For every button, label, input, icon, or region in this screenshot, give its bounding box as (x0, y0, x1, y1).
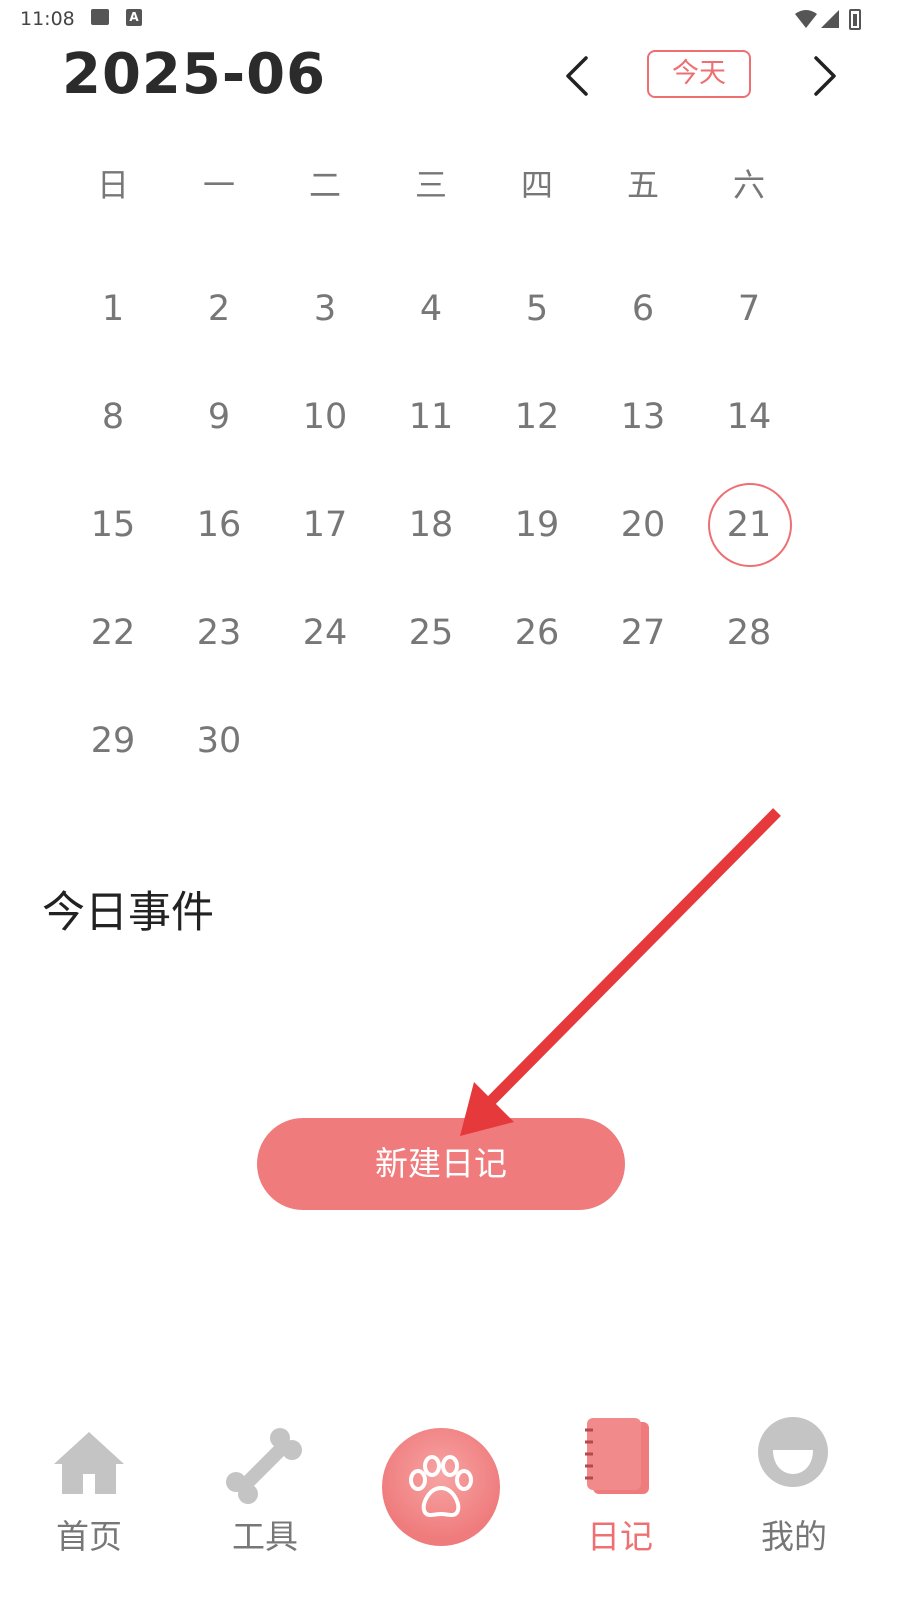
weekday-label: 二 (308, 166, 341, 204)
battery-icon (849, 9, 861, 30)
calendar-day[interactable]: 9 (166, 363, 272, 471)
weekday-label: 五 (626, 166, 659, 204)
calendar-day[interactable]: 24 (272, 579, 378, 687)
weekday-label: 三 (414, 166, 447, 204)
calendar-day[interactable]: 13 (590, 363, 696, 471)
previous-month-button[interactable] (556, 52, 600, 100)
center-paw-button[interactable] (382, 1428, 500, 1546)
today-events-title: 今日事件 (42, 888, 214, 938)
weekday-label: 六 (732, 166, 765, 204)
bone-icon (226, 1428, 302, 1504)
today-button[interactable]: 今天 (647, 50, 751, 98)
calendar-day[interactable]: 16 (166, 471, 272, 579)
weekday-label: 一 (202, 166, 235, 204)
calendar-day[interactable]: 26 (484, 579, 590, 687)
calendar-day-selected[interactable]: 21 (696, 471, 802, 579)
weekday-label: 日 (96, 166, 129, 204)
calendar-day[interactable]: 30 (166, 687, 272, 795)
app-notification-icon: A (126, 9, 142, 26)
calendar-grid: 1 2 3 4 5 6 7 8 9 10 11 12 13 14 15 16 17 18 19 20 21 22 23 24 2… (60, 255, 820, 795)
calendar-day[interactable]: 23 (166, 579, 272, 687)
calendar-day[interactable]: 15 (60, 471, 166, 579)
status-bar: 11:08 A (0, 0, 900, 36)
wifi-icon (795, 10, 817, 28)
weekday-label: 四 (520, 166, 553, 204)
gallery-notification-icon (91, 9, 109, 25)
calendar-day[interactable]: 28 (696, 579, 802, 687)
calendar-day[interactable]: 10 (272, 363, 378, 471)
calendar-day[interactable]: 12 (484, 363, 590, 471)
calendar-day[interactable]: 14 (696, 363, 802, 471)
nav-diary-label: 日记 (587, 1517, 653, 1556)
calendar-day[interactable]: 19 (484, 471, 590, 579)
calendar-day[interactable]: 18 (378, 471, 484, 579)
nav-tools-label: 工具 (232, 1517, 298, 1556)
calendar-day[interactable]: 1 (60, 255, 166, 363)
new-diary-button[interactable]: 新建日记 (257, 1118, 625, 1210)
calendar-day[interactable]: 8 (60, 363, 166, 471)
nav-tools[interactable]: 工具 (190, 1400, 340, 1600)
next-month-button[interactable] (802, 52, 846, 100)
bottom-navigation: 首页 工具 日记 我的 (0, 1400, 900, 1600)
weekday-header: 日一二三四五六 (60, 160, 820, 210)
calendar-day[interactable]: 7 (696, 255, 802, 363)
calendar-day[interactable]: 5 (484, 255, 590, 363)
status-time: 11:08 (20, 8, 75, 30)
calendar-day[interactable]: 27 (590, 579, 696, 687)
calendar-day[interactable]: 22 (60, 579, 166, 687)
calendar-day[interactable]: 29 (60, 687, 166, 795)
home-icon (54, 1432, 124, 1494)
month-title: 2025-06 (62, 42, 327, 107)
nav-home-label: 首页 (56, 1517, 122, 1556)
nav-profile[interactable]: 我的 (719, 1400, 869, 1600)
calendar-day[interactable]: 2 (166, 255, 272, 363)
calendar-day[interactable]: 4 (378, 255, 484, 363)
nav-home[interactable]: 首页 (14, 1400, 164, 1600)
calendar-day[interactable]: 17 (272, 471, 378, 579)
calendar-day[interactable]: 3 (272, 255, 378, 363)
calendar-day[interactable]: 25 (378, 579, 484, 687)
profile-icon (758, 1417, 828, 1487)
calendar-day[interactable]: 6 (590, 255, 696, 363)
calendar-day[interactable]: 20 (590, 471, 696, 579)
calendar-day[interactable]: 11 (378, 363, 484, 471)
nav-diary[interactable]: 日记 (545, 1400, 695, 1600)
nav-profile-label: 我的 (761, 1517, 827, 1556)
signal-icon (821, 10, 839, 28)
paw-icon (409, 1455, 473, 1517)
annotation-arrow (460, 808, 781, 1136)
diary-icon (585, 1418, 649, 1494)
